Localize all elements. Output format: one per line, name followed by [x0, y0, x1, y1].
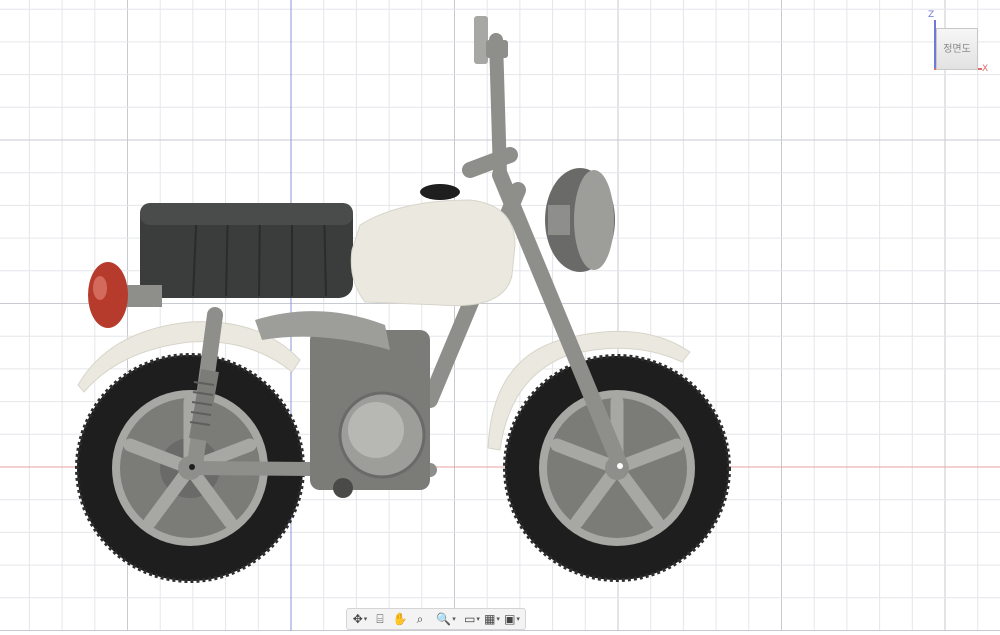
grid-settings-icon: ▦ — [484, 612, 496, 626]
pan-icon: ✋ — [392, 612, 408, 626]
display-settings-button[interactable]: ▭ ▾ — [463, 610, 481, 628]
seat — [140, 203, 353, 298]
axis-x-label: X — [982, 64, 989, 74]
look-at-icon: ⌸ — [376, 611, 384, 626]
chevron-down-icon[interactable]: ▾ — [452, 615, 456, 623]
viewports-button[interactable]: ▣ ▾ — [503, 610, 521, 628]
chevron-down-icon[interactable]: ▾ — [516, 615, 520, 623]
pan-button[interactable]: ✋ — [391, 610, 409, 628]
viewcube[interactable]: Z 정면도 X — [926, 10, 992, 76]
zoom-window-icon: ⌕ — [416, 611, 424, 626]
chevron-down-icon[interactable]: ▾ — [476, 615, 480, 623]
zoom-button[interactable]: 🔍 ▾ — [436, 610, 456, 628]
grid-settings-button[interactable]: ▦ ▾ — [483, 610, 501, 628]
headlight — [545, 168, 615, 272]
viewcube-front-face[interactable]: 정면도 — [936, 28, 978, 70]
chevron-down-icon[interactable]: ▾ — [496, 615, 500, 623]
display-settings-icon: ▭ — [464, 612, 476, 626]
chevron-down-icon[interactable]: ▾ — [364, 615, 368, 623]
viewports-icon: ▣ — [504, 612, 516, 626]
front-axle — [617, 463, 623, 469]
look-at-button[interactable]: ⌸ — [371, 610, 389, 628]
mirror — [474, 16, 508, 64]
orbit-icon: ✥ — [352, 612, 363, 626]
motorcycle-model[interactable] — [75, 16, 731, 583]
fuel-tank — [350, 184, 516, 307]
canvas-viewport[interactable] — [0, 0, 1000, 631]
model-scene[interactable] — [0, 0, 1000, 631]
zoom-icon: 🔍 — [436, 612, 452, 626]
axis-z-label: Z — [928, 10, 935, 20]
navigation-toolbar: ✥ ▾ ⌸ ✋ ⌕ 🔍 ▾ ▭ ▾ ▦ ▾ ▣ ▾ — [346, 608, 526, 630]
orbit-button[interactable]: ✥ ▾ — [351, 610, 369, 628]
zoom-window-button[interactable]: ⌕ — [411, 610, 429, 628]
rear-axle — [189, 464, 195, 470]
